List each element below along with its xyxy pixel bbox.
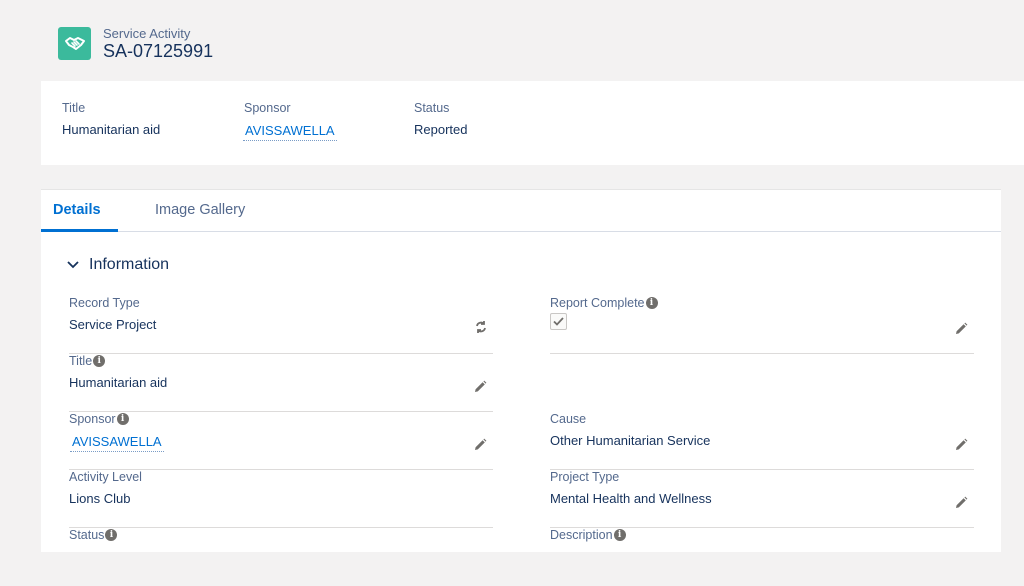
field-label: Sponsor i (69, 412, 129, 426)
info-icon[interactable]: i (105, 529, 118, 541)
field-sponsor: Sponsor i AVISSAWELLA (69, 412, 493, 470)
pencil-icon[interactable] (473, 380, 487, 394)
tab-image-gallery[interactable]: Image Gallery (155, 202, 245, 232)
details-card: Details Image Gallery Information Record… (41, 189, 1001, 552)
field-label: Status i (69, 528, 118, 542)
section-information-toggle[interactable]: Information (67, 256, 169, 274)
field-value: Mental Health and Wellness (550, 491, 712, 506)
field-project-type: Project Type Mental Health and Wellness (550, 470, 974, 528)
field-description: Description i (550, 528, 974, 586)
info-icon[interactable]: i (613, 529, 626, 541)
highlight-title: Title Humanitarian aid (62, 101, 160, 137)
tab-details[interactable]: Details (41, 202, 118, 232)
highlight-title-label: Title (62, 101, 86, 115)
pencil-icon[interactable] (954, 496, 968, 510)
highlight-status-label: Status (414, 101, 450, 115)
chevron-down-icon (67, 256, 79, 274)
field-value: Service Project (69, 317, 157, 332)
highlight-status: Status Reported (414, 101, 467, 137)
field-label-text: Status (69, 528, 105, 542)
field-label-text: Description (550, 528, 613, 542)
record-header: Service Activity SA-07125991 (0, 0, 1024, 80)
handshake-icon (58, 27, 91, 60)
field-title: Title i Humanitarian aid (69, 354, 493, 412)
field-label: Cause (550, 412, 587, 426)
field-label: Title i (69, 354, 106, 368)
report-complete-checkbox (550, 313, 567, 330)
field-label: Record Type (69, 296, 140, 310)
highlights-panel: Title Humanitarian aid Sponsor AVISSAWEL… (41, 81, 1024, 165)
sponsor-link[interactable]: AVISSAWELLA (70, 434, 164, 452)
field-value: Lions Club (69, 491, 131, 506)
field-label-text: Sponsor (69, 412, 116, 426)
field-value: Other Humanitarian Service (550, 433, 711, 448)
field-label-text: Report Complete (550, 296, 645, 310)
highlight-sponsor-label: Sponsor (244, 101, 291, 115)
field-cause: Cause Other Humanitarian Service (550, 412, 974, 470)
field-label: Activity Level (69, 470, 142, 484)
section-title: Information (89, 256, 170, 273)
highlight-status-value: Reported (414, 122, 468, 137)
info-icon[interactable]: i (93, 355, 106, 367)
change-record-type-icon[interactable] (474, 320, 488, 334)
field-record-type: Record Type Service Project (69, 296, 493, 354)
info-icon[interactable]: i (116, 413, 129, 425)
field-value: Humanitarian aid (69, 375, 168, 390)
object-type-label: Service Activity (103, 26, 191, 41)
info-icon[interactable]: i (645, 297, 658, 309)
pencil-icon[interactable] (473, 438, 487, 452)
field-activity-level: Activity Level Lions Club (69, 470, 493, 528)
highlight-sponsor: Sponsor AVISSAWELLA (243, 101, 337, 141)
pencil-icon[interactable] (954, 438, 968, 452)
record-name: SA-07125991 (103, 41, 214, 61)
highlight-title-value: Humanitarian aid (62, 122, 161, 137)
field-label: Report Complete i (550, 296, 658, 310)
tab-bar: Details Image Gallery (41, 190, 1001, 232)
field-report-complete: Report Complete i (550, 296, 974, 354)
field-status: Status i (69, 528, 493, 586)
field-label-text: Title (69, 354, 93, 368)
highlight-sponsor-link[interactable]: AVISSAWELLA (243, 123, 337, 141)
field-label: Description i (550, 528, 626, 542)
field-label: Project Type (550, 470, 620, 484)
pencil-icon[interactable] (954, 322, 968, 336)
